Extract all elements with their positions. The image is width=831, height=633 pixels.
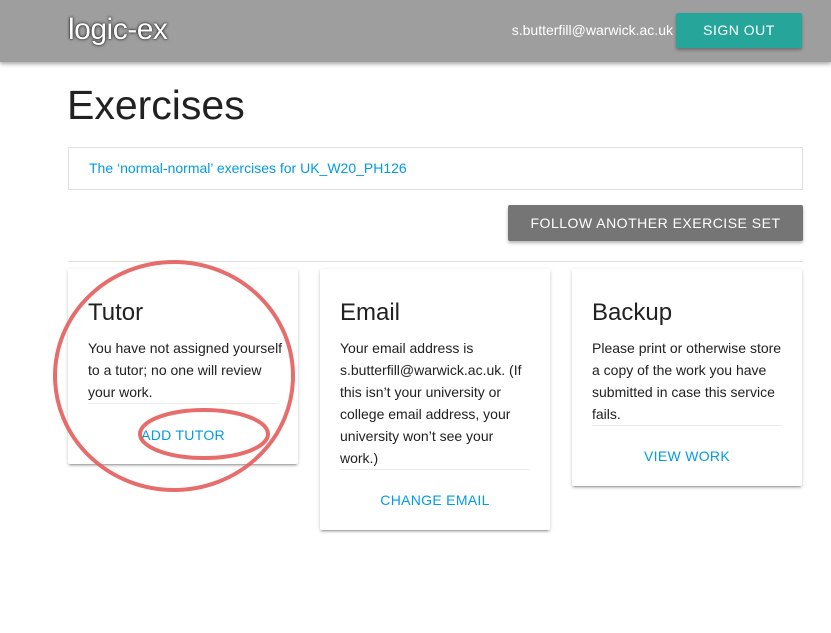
- page-title: Exercises: [67, 82, 245, 128]
- sign-out-button[interactable]: Sign out: [676, 13, 802, 48]
- email-card-text: Your email address is s.butterfill@warwi…: [340, 340, 522, 466]
- follow-exercise-set-button[interactable]: FOLLOW ANOTHER EXERCISE SET: [508, 205, 803, 241]
- backup-card-text: Please print or otherwise store a copy o…: [592, 340, 782, 422]
- tutor-card: Tutor You have not assigned yourself to …: [68, 269, 298, 464]
- backup-card-title: Backup: [592, 299, 673, 326]
- email-card: Email Your email address is s.butterfill…: [320, 269, 550, 530]
- tutor-card-title: Tutor: [88, 299, 144, 326]
- exercise-set-list: The ‘normal-normal’ exercises for UK_W20…: [68, 147, 803, 190]
- section-divider: [68, 261, 803, 262]
- add-tutor-button[interactable]: Add tutor: [88, 404, 278, 443]
- app-logo[interactable]: logic-ex: [68, 13, 168, 47]
- email-card-title: Email: [340, 299, 401, 326]
- email-card-action: Change email: [340, 469, 530, 519]
- tutor-card-text: You have not assigned yourself to a tuto…: [88, 340, 283, 400]
- change-email-button[interactable]: Change email: [340, 470, 530, 508]
- user-email: s.butterfill@warwick.ac.uk: [511, 22, 673, 38]
- backup-card-action: View work: [592, 425, 782, 475]
- top-navbar: logic-ex s.butterfill@warwick.ac.uk Sign…: [0, 0, 831, 62]
- backup-card: Backup Please print or otherwise store a…: [572, 269, 802, 486]
- view-work-button[interactable]: View work: [592, 426, 782, 464]
- tutor-card-action: Add tutor: [88, 403, 278, 453]
- exercise-set-link[interactable]: The ‘normal-normal’ exercises for UK_W20…: [89, 160, 407, 176]
